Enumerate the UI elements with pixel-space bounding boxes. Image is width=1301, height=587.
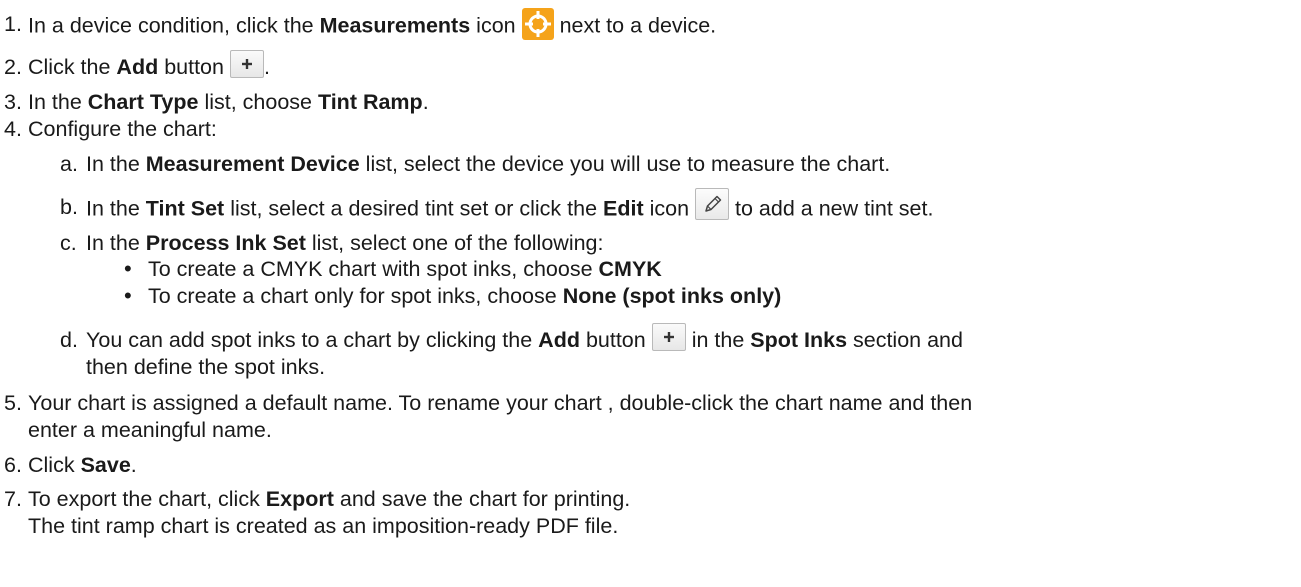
crosshair-target-icon [521,8,554,40]
step-text: To create a CMYK chart with spot inks, c… [148,257,599,281]
bullet-marker: • [124,256,132,281]
step-text: To export the chart, click [28,487,266,511]
step-text: list, select the device you will use to … [359,152,891,176]
pencil-icon [695,188,730,220]
ui-term: Save [80,453,131,477]
step-text: and save the chart for printing. [333,487,631,511]
ui-term: Chart Type [87,90,199,114]
step-text: list, select one of the following: [305,231,604,255]
step-text: list, choose [198,90,318,114]
step-number: 2. [4,55,22,79]
ui-term: CMYK [598,257,662,281]
ui-term: Spot Inks [750,328,848,352]
step-text: Click [28,453,81,477]
step-text: You can add spot inks to a chart by clic… [86,328,539,352]
step-number: 6. [4,453,22,477]
step-5-continuation: enter a meaningful name. [28,418,272,442]
step-number: 4. [4,117,22,141]
step-text: button [158,55,224,79]
step-text: In the [28,90,88,114]
substep-d-continuation: then define the spot inks. [86,355,326,379]
ui-term: None (spot inks only) [562,284,782,308]
plus-icon [229,50,264,79]
step-text: To create a chart only for spot inks, ch… [148,284,563,308]
step-number: 7. [4,487,22,511]
substep-letter: c. [60,231,77,255]
ui-term: Measurements [319,13,471,38]
step-number: 3. [4,90,22,114]
step-text: in the [691,328,751,352]
step-text: next to a device. [553,13,717,38]
plus-icon [651,323,686,352]
step-text: In a device condition, click the [28,13,320,38]
ui-term: Edit [603,196,644,221]
substep-letter: a. [60,152,78,176]
instructions-document: 1. In a device condition, click the Meas… [0,0,1301,587]
ui-term: Tint Ramp [317,90,423,114]
step-text: Click the [28,55,117,79]
ui-term: Process Ink Set [145,231,306,255]
ui-term: Measurement Device [145,152,360,176]
ui-term: Add [538,328,580,352]
step-text: . [422,90,429,114]
step-number: 1. [4,12,22,36]
step-text: button [579,328,646,352]
step-text: icon [470,13,516,38]
step-text: In the [86,231,146,255]
step-text: icon [643,196,690,221]
step-text: In the [86,196,146,221]
bullet-marker: • [124,283,132,308]
ui-term: Export [265,487,334,511]
step-text: In the [86,152,146,176]
substep-letter: d. [60,328,78,352]
step-7-continuation: The tint ramp chart is created as an imp… [28,514,619,538]
step-text: Your chart is assigned a default name. T… [28,391,973,415]
step-text: list, select a desired tint set or click… [224,196,604,221]
step-number: 5. [4,391,22,415]
ui-term: Add [116,55,159,79]
substep-letter: b. [60,195,78,219]
step-text: . [130,453,137,477]
step-text: . [263,55,270,79]
step-text: to add a new tint set. [735,196,934,221]
step-text: Configure the chart: [28,117,217,141]
ui-term: Tint Set [145,196,225,221]
step-text: section and [847,328,963,352]
